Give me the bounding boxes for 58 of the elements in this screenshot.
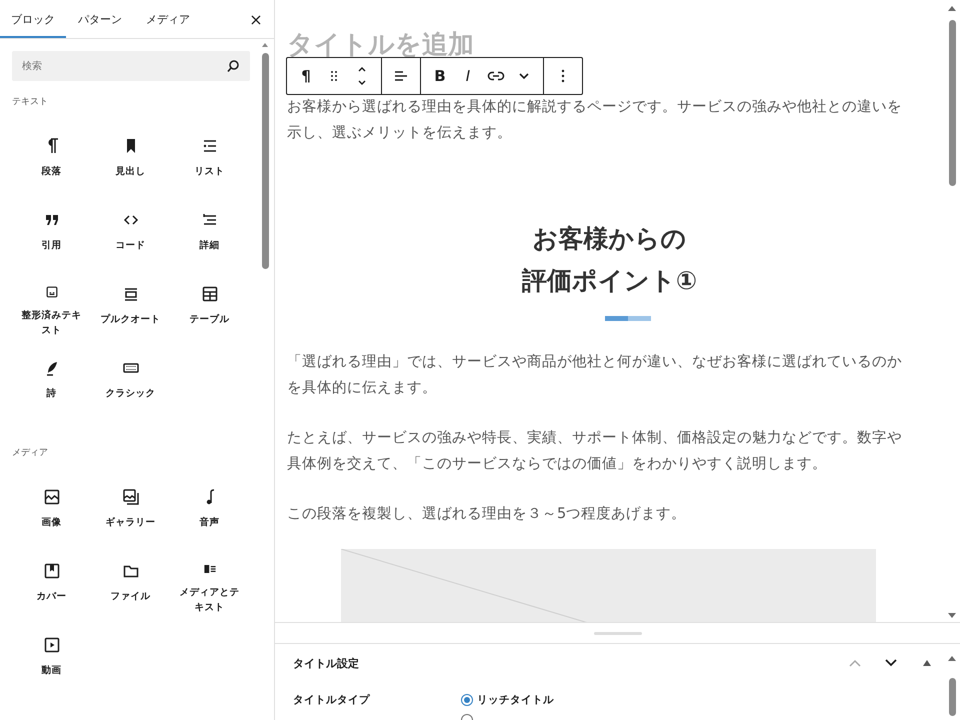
scroll-down-arrow[interactable] xyxy=(948,613,956,618)
align-left-icon xyxy=(393,69,409,83)
search-icon xyxy=(226,59,240,73)
resize-handle[interactable] xyxy=(594,632,642,634)
body-paragraph: 「選ばれる理由」では、サービスや商品が他社と何が違い、なぜお客様に選ばれているのかを具体的に伝えます。 xyxy=(287,352,903,398)
section-heading: テキスト xyxy=(12,96,49,108)
block-item[interactable]: 詳細 xyxy=(170,202,249,272)
chevron-up-icon xyxy=(849,659,861,667)
tab[interactable]: メディア xyxy=(134,0,202,38)
field-label: タイトルタイプ xyxy=(293,693,371,708)
block-item[interactable]: 引用 xyxy=(12,202,91,272)
more-options-icon xyxy=(560,68,566,84)
radio-button[interactable] xyxy=(461,694,473,706)
heading-accent-bar xyxy=(605,316,651,321)
panel-title: タイトル設定 xyxy=(293,656,360,670)
section-heading: お客様からの xyxy=(532,223,688,255)
block-item[interactable]: コード xyxy=(91,202,170,272)
drag-handle-icon xyxy=(328,69,340,83)
block-item[interactable]: クラシック xyxy=(91,350,170,420)
block-item[interactable]: 見出し xyxy=(91,128,170,198)
scrollbar-thumb[interactable] xyxy=(949,20,956,186)
bold-button[interactable]: B xyxy=(429,61,451,91)
block-item[interactable]: リスト xyxy=(170,128,249,198)
scrollbar-thumb[interactable] xyxy=(262,53,269,269)
block-item[interactable]: メディアとテキスト xyxy=(170,553,249,623)
block-item[interactable]: ギャラリー xyxy=(91,479,170,549)
block-item[interactable]: 整形済みテキスト xyxy=(12,276,91,346)
scroll-up-arrow[interactable] xyxy=(948,6,956,11)
scroll-up-arrow[interactable] xyxy=(948,656,956,661)
tab[interactable]: パターン xyxy=(66,0,134,38)
intro-paragraph: お客様から選ばれる理由を具体的に解説するページです。サービスの強みや他社との違いを示し、選ぶメリットを伝えます。 xyxy=(287,98,903,143)
block-item[interactable]: 詩 xyxy=(12,350,91,420)
close-button[interactable]: × xyxy=(238,0,274,38)
block-item[interactable]: プルクオート xyxy=(91,276,170,346)
chevron-down-icon xyxy=(518,71,530,81)
paragraph-button[interactable]: ¶ xyxy=(295,61,317,91)
block-item[interactable]: テーブル xyxy=(170,276,249,346)
body-paragraph: たとえば、サービスの強みや特長、実績、サポート体制、価格設定の魅力などです。数字や具体例を交えて、「このサービスならではの価値」をわかりやすく説明します。 xyxy=(287,428,903,474)
section-heading: メディア xyxy=(12,447,49,459)
gallery-icon xyxy=(120,487,140,507)
block-item[interactable]: 画像 xyxy=(12,479,91,549)
radio-label: リッチタイトル xyxy=(477,693,554,708)
link-icon xyxy=(487,70,505,82)
scroll-up-arrow[interactable] xyxy=(262,43,268,47)
search-field[interactable]: 検索 xyxy=(12,51,250,81)
chevron-down-icon xyxy=(885,659,897,667)
move-arrows-icon xyxy=(356,65,368,87)
block-item[interactable]: 段落 xyxy=(12,128,91,198)
block-item[interactable]: カバー xyxy=(12,553,91,623)
block-item[interactable]: 音声 xyxy=(170,479,249,549)
italic-button[interactable]: I xyxy=(457,61,479,91)
triangle-up-icon xyxy=(923,660,931,666)
tab[interactable]: ブロック xyxy=(0,0,66,38)
block-item[interactable]: 動画 xyxy=(12,627,91,697)
section-heading: 評価ポイント① xyxy=(520,265,698,297)
block-item[interactable]: ファイル xyxy=(91,553,170,623)
scrollbar-thumb[interactable] xyxy=(949,678,956,716)
body-paragraph: この段落を複製し、選ばれる理由を３～5つ程度あげます。 xyxy=(287,504,688,524)
